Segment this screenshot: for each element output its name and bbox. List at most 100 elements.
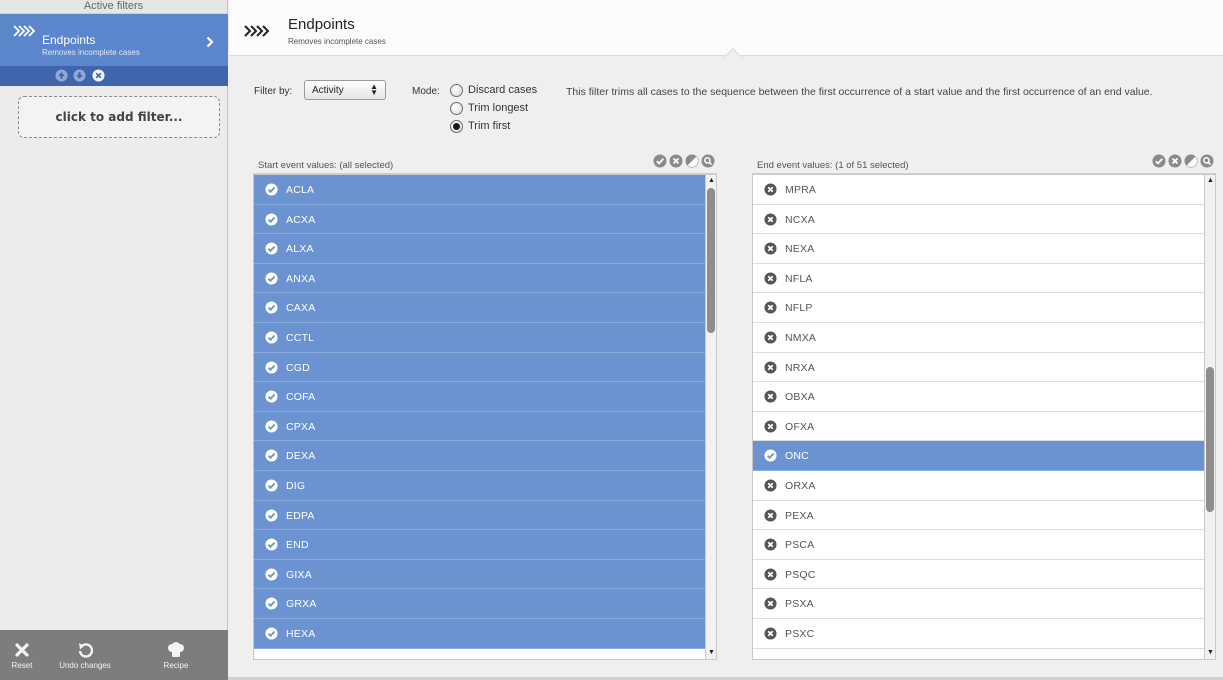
list-item-label: CAXA <box>286 302 316 315</box>
recipe-button[interactable]: Recipe <box>158 630 194 680</box>
end-event-list[interactable]: MPRA NCXA NEXA NFLA NFLP NMXA NRXA OBXA OFXA ONC O… <box>752 174 1204 660</box>
list-item[interactable]: CGD <box>254 352 705 383</box>
list-item[interactable]: NFLP <box>753 293 1204 323</box>
mode-trim-first-radio[interactable]: Trim first <box>450 118 510 134</box>
unchecked-icon <box>764 242 777 255</box>
list-item[interactable]: PSXC <box>753 619 1204 649</box>
list-item[interactable]: ACXA <box>254 204 705 235</box>
invert-selection-icon[interactable] <box>685 154 699 168</box>
select-all-icon[interactable] <box>1152 154 1166 168</box>
list-item[interactable]: DIG <box>254 470 705 501</box>
list-item-label: NFLA <box>785 272 813 285</box>
invert-selection-icon[interactable] <box>1184 154 1198 168</box>
x-icon <box>15 643 29 657</box>
list-item[interactable]: HEXA <box>254 618 705 649</box>
list-item[interactable]: PEXA <box>753 501 1204 531</box>
end-event-panel: End event values: (1 of 51 selected) MPR… <box>752 152 1216 660</box>
list-item[interactable]: ORXA <box>753 471 1204 501</box>
unchecked-icon <box>764 272 777 285</box>
checked-icon <box>265 301 278 314</box>
scrollbar-thumb[interactable] <box>1206 367 1214 512</box>
list-item[interactable]: ALXA <box>254 234 705 264</box>
list-item[interactable]: PSQC <box>753 560 1204 590</box>
header-pointer <box>723 48 743 68</box>
checked-icon <box>265 390 278 403</box>
end-panel-header: End event values: (1 of 51 selected) <box>752 152 1216 174</box>
mode-trim-longest-radio[interactable]: Trim longest <box>450 100 528 116</box>
list-item[interactable]: CCTL <box>254 322 705 353</box>
unchecked-icon <box>764 183 777 196</box>
deselect-all-icon[interactable] <box>669 154 683 168</box>
move-down-icon[interactable] <box>73 69 86 82</box>
unchecked-icon <box>764 479 777 492</box>
list-item[interactable]: END <box>254 530 705 560</box>
deselect-all-icon[interactable] <box>1168 154 1182 168</box>
list-item[interactable]: PSXA <box>753 589 1204 619</box>
list-item[interactable]: ANXA <box>254 263 705 294</box>
unchecked-icon <box>764 390 777 403</box>
list-item-label: MPRA <box>785 184 817 196</box>
list-item[interactable]: NMXA <box>753 323 1204 353</box>
scrollbar-thumb[interactable] <box>707 188 715 333</box>
list-item[interactable]: NEXA <box>753 234 1204 264</box>
reset-button[interactable]: Reset <box>4 630 40 680</box>
list-item[interactable]: CPXA <box>254 411 705 442</box>
list-item[interactable]: DEXA <box>254 441 705 471</box>
list-item-label: OFXA <box>785 420 815 433</box>
list-item[interactable]: EDPA <box>254 500 705 531</box>
list-item-label: NMXA <box>785 331 817 344</box>
unchecked-icon <box>764 420 777 433</box>
list-item-label: END <box>286 539 309 552</box>
list-item-label: DEXA <box>286 450 316 463</box>
end-list-scrollbar[interactable]: ▲ ▼ <box>1204 174 1216 660</box>
scroll-up-icon[interactable]: ▲ <box>708 177 715 185</box>
checked-icon <box>265 568 278 581</box>
list-item[interactable]: NRXA <box>753 353 1204 383</box>
add-filter-button[interactable]: click to add filter... <box>18 96 220 138</box>
list-item[interactable]: COFA <box>254 382 705 412</box>
list-item[interactable]: NFLA <box>753 264 1204 294</box>
filter-by-label: Filter by: <box>254 86 293 97</box>
list-item[interactable]: GRXA <box>254 589 705 619</box>
search-icon[interactable] <box>1200 154 1214 168</box>
checked-icon <box>265 183 278 196</box>
move-up-icon[interactable] <box>55 69 68 82</box>
sidebar: Active filters Endpoints Removes incompl… <box>0 0 228 680</box>
list-item[interactable]: PSCA <box>753 530 1204 560</box>
checked-icon <box>265 627 278 640</box>
filter-controls <box>0 66 228 86</box>
list-item-label: DIG <box>286 479 306 492</box>
scroll-down-icon[interactable]: ▼ <box>1207 649 1214 657</box>
undo-changes-button[interactable]: Undo changes <box>52 630 118 680</box>
list-item-label: NRXA <box>785 361 815 374</box>
search-icon[interactable] <box>701 154 715 168</box>
chevrons-icon <box>244 25 270 37</box>
unchecked-icon <box>764 331 777 344</box>
list-item[interactable]: MPRA <box>753 175 1204 205</box>
scroll-up-icon[interactable]: ▲ <box>1207 177 1214 185</box>
select-all-icon[interactable] <box>653 154 667 168</box>
active-filter-endpoints[interactable]: Endpoints Removes incomplete cases <box>0 14 228 66</box>
start-list-scrollbar[interactable]: ▲ ▼ <box>705 174 717 660</box>
chef-hat-icon <box>168 642 184 657</box>
checked-icon <box>265 508 278 522</box>
list-item[interactable]: OFXA <box>753 412 1204 442</box>
chevron-right-icon[interactable] <box>206 36 214 48</box>
filter-by-select[interactable]: Activity ▲ ▼ <box>304 80 386 100</box>
list-item[interactable]: NCXA <box>753 205 1204 235</box>
start-event-list[interactable]: ACLA ACXA ALXA ANXA CAXA CCTL CGD COFA CPXA DEXA D… <box>253 174 705 660</box>
end-panel-tools <box>1152 154 1214 168</box>
list-item[interactable]: OBXA <box>753 382 1204 412</box>
mode-discard-cases-radio[interactable]: Discard cases <box>450 82 537 98</box>
scroll-down-icon[interactable]: ▼ <box>708 649 715 657</box>
list-item-label: PEXA <box>785 509 814 522</box>
list-item-label: CCTL <box>286 331 315 344</box>
list-item-label: OBXA <box>785 391 815 404</box>
list-item[interactable]: ONC <box>753 441 1204 471</box>
list-item-label: PSXA <box>785 598 814 611</box>
list-item[interactable]: CAXA <box>254 293 705 323</box>
list-item[interactable]: GIXA <box>254 559 705 590</box>
remove-filter-icon[interactable] <box>92 69 105 82</box>
list-item[interactable]: ACLA <box>254 175 705 205</box>
undo-icon <box>78 643 93 658</box>
